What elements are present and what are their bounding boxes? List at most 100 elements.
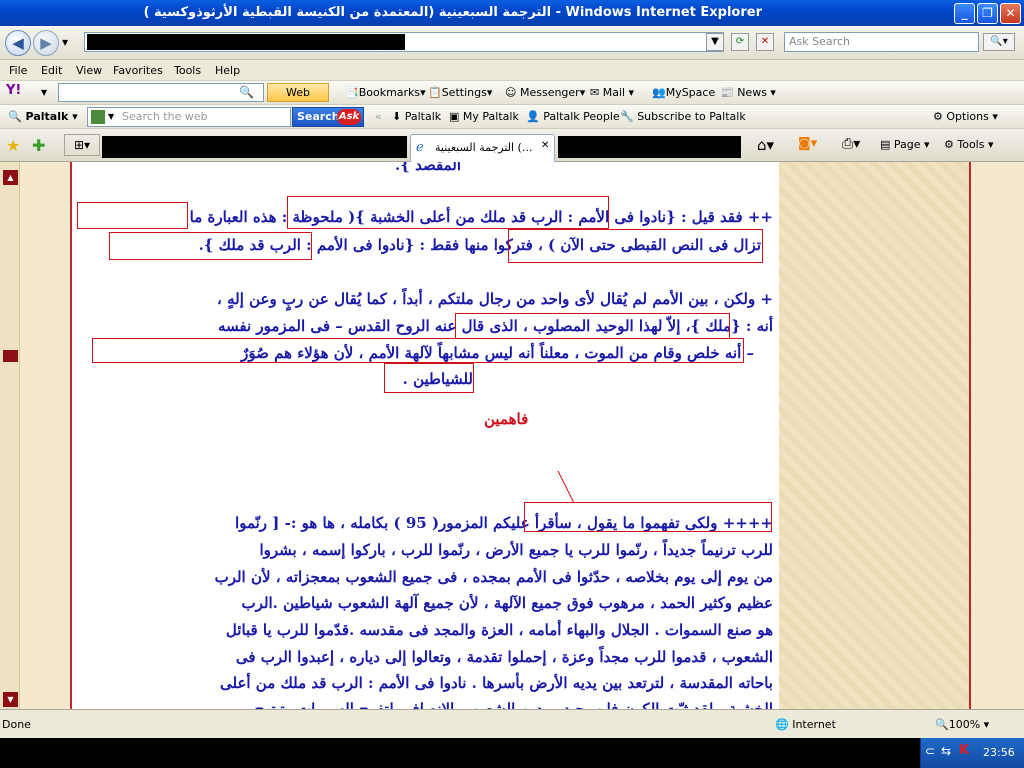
window-title-bar[interactable]: الترجمة السبعينية (المعتمدة من الكنيسة ا… (0, 0, 1024, 26)
print-icon[interactable]: ⎙▾ (842, 136, 860, 152)
address-field[interactable] (84, 32, 724, 52)
bookmarks-label: Bookmarks (358, 86, 421, 99)
menu-help[interactable]: Help (215, 64, 240, 77)
scroll-up-arrow-icon[interactable]: ▲ (3, 170, 18, 185)
myspace-icon: 👥 (652, 86, 666, 99)
text-line: هو صنع السموات . الجلال والبهاء أمامه ، … (225, 621, 773, 639)
news-button[interactable]: 📰 News ▾ (720, 86, 776, 99)
scroll-down-arrow-icon[interactable]: ▼ (3, 692, 18, 707)
forward-button[interactable]: ▶ (33, 30, 59, 56)
minimize-button[interactable]: _ (954, 3, 975, 24)
refresh-icon[interactable]: ⟳ (731, 33, 749, 51)
tray-expand-icon[interactable]: ⊂ (925, 744, 935, 758)
news-label: News (737, 86, 767, 99)
bookmarks-icon: 📑 (345, 86, 359, 99)
search-icon: 🔍 (239, 85, 254, 99)
highlight-box (77, 202, 188, 229)
menu-edit[interactable]: Edit (41, 64, 62, 77)
paltalk-brand[interactable]: 🔍 Paltalk ▾ (8, 110, 78, 123)
paltalk-link[interactable]: ⬇ Paltalk (392, 110, 441, 123)
zoom-level: 100% (948, 718, 981, 731)
tab-close-icon[interactable]: ✕ (541, 140, 549, 151)
address-dropdown-icon[interactable]: ▼ (706, 33, 724, 51)
paltalk-search-label: Search (297, 110, 340, 123)
redacted-tab (558, 136, 741, 158)
annotation-note: فاهمين (484, 410, 529, 428)
paltalk-search-button[interactable]: Search Ask (292, 107, 364, 127)
redacted-url (87, 34, 405, 50)
text-line: الشعوب ، قدموا للرب مجداً وعزة ، إحملوا … (235, 648, 773, 666)
myspace-button[interactable]: 👥MySpace (652, 86, 715, 99)
page-right-margin (969, 162, 1024, 709)
menu-bar: File Edit View Favorites Tools Help (0, 60, 1024, 81)
wrench-icon: 🔧 (620, 110, 634, 123)
text-line: المقصد }. (395, 162, 461, 174)
my-paltalk-link[interactable]: ▣ My Paltalk (449, 110, 519, 123)
text-line: عظيم وكثير الحمد ، مرهوب فوق جميع الآلهة… (241, 594, 773, 612)
yahoo-logo-icon[interactable]: Y! (6, 83, 36, 102)
security-zone[interactable]: 🌐 Internet (775, 718, 836, 731)
back-button[interactable]: ◀ (5, 30, 31, 56)
tab-active[interactable]: ℯ الترجمة السبعينية (... ✕ (410, 134, 555, 162)
messenger-button[interactable]: ☺ Messenger▾ (505, 86, 585, 99)
left-scrollbar[interactable]: ▲ ▼ (0, 162, 20, 709)
feeds-icon[interactable]: ◙▾ (798, 136, 817, 151)
myspace-label: MySpace (665, 86, 716, 99)
add-favorite-icon[interactable]: ✚ (32, 136, 45, 155)
settings-icon: 📋 (428, 86, 442, 99)
mail-icon: ✉ (590, 86, 600, 99)
maximize-button[interactable]: ❐ (977, 3, 998, 24)
paltalk-search-field[interactable]: ▼ Search the web (87, 107, 291, 127)
zoom-icon: 🔍 (935, 718, 949, 731)
ie-page-icon: ℯ (416, 140, 424, 155)
paltalk-people-link[interactable]: 👤 Paltalk People (526, 110, 620, 123)
page-menu-label: Page (893, 138, 921, 151)
page-viewport[interactable]: ▲ ▼ المقصد }. ++ فقد قيل : {نادوا فى الأ… (0, 162, 1024, 709)
history-dropdown-icon[interactable]: ▼ (62, 38, 68, 47)
status-bar: Done 🌐 Internet 🔍100% ▾ (0, 709, 1024, 738)
subscribe-link[interactable]: 🔧 Subscribe to Paltalk (620, 110, 746, 123)
favorites-star-icon[interactable]: ★ (6, 136, 20, 155)
text-line: للرب ترنيماً جديداً ، رنّموا للرب يا جمي… (259, 541, 773, 559)
tools-gear-icon: ⚙ (944, 138, 954, 151)
settings-button[interactable]: 📋Settings▾ (428, 86, 492, 99)
quick-tabs-icon[interactable]: ⊞▾ (64, 134, 100, 156)
highlight-box (384, 363, 474, 393)
settings-label: Settings (441, 86, 487, 99)
bookmarks-button[interactable]: 📑Bookmarks▾ (345, 86, 426, 99)
news-icon: 📰 (720, 86, 734, 99)
highlight-box (524, 502, 772, 532)
options-button[interactable]: ⚙ Options ▾ (933, 110, 998, 123)
options-icon: ⚙ (933, 110, 943, 123)
mail-label: Mail (602, 86, 626, 99)
highlight-box (508, 229, 763, 263)
stop-icon[interactable]: ✕ (756, 33, 774, 51)
paltalk-people-label: Paltalk People (543, 110, 620, 123)
scroll-thumb[interactable] (3, 350, 18, 362)
page-menu-button[interactable]: ▤ Page ▾ (880, 138, 930, 151)
redacted-tab (102, 136, 407, 158)
yahoo-search-input[interactable]: 🔍 (58, 83, 264, 102)
messenger-icon: ☺ (505, 86, 517, 99)
tools-menu-button[interactable]: ⚙ Tools ▾ (944, 138, 994, 151)
search-button[interactable]: 🔍▾ (983, 33, 1015, 51)
zoom-control[interactable]: 🔍100% ▾ (935, 718, 989, 731)
highlight-box (109, 232, 312, 260)
menu-tools[interactable]: Tools (174, 64, 201, 77)
ask-search-input[interactable]: Ask Search (784, 32, 979, 52)
clock[interactable]: 23:56 (983, 746, 1015, 759)
search-engine-dropdown-icon[interactable]: ▼ (108, 112, 114, 121)
menu-view[interactable]: View (76, 64, 102, 77)
home-icon[interactable]: ⌂▾ (757, 136, 774, 154)
antivirus-icon[interactable]: K (959, 743, 969, 758)
system-tray: ⊂ ⇆ K 23:56 (920, 738, 1024, 768)
network-icon[interactable]: ⇆ (941, 744, 951, 758)
menu-file[interactable]: File (9, 64, 27, 77)
close-button[interactable]: ✕ (1000, 3, 1021, 24)
mail-button[interactable]: ✉ Mail ▾ (590, 86, 634, 99)
web-search-button[interactable]: Web Search (267, 83, 329, 116)
paltalk-search-input[interactable]: Search the web (122, 110, 208, 123)
window-title: الترجمة السبعينية (المعتمدة من الكنيسة ا… (143, 5, 762, 20)
menu-favorites[interactable]: Favorites (113, 64, 163, 77)
yahoo-dropdown-icon[interactable]: ▼ (41, 88, 47, 97)
